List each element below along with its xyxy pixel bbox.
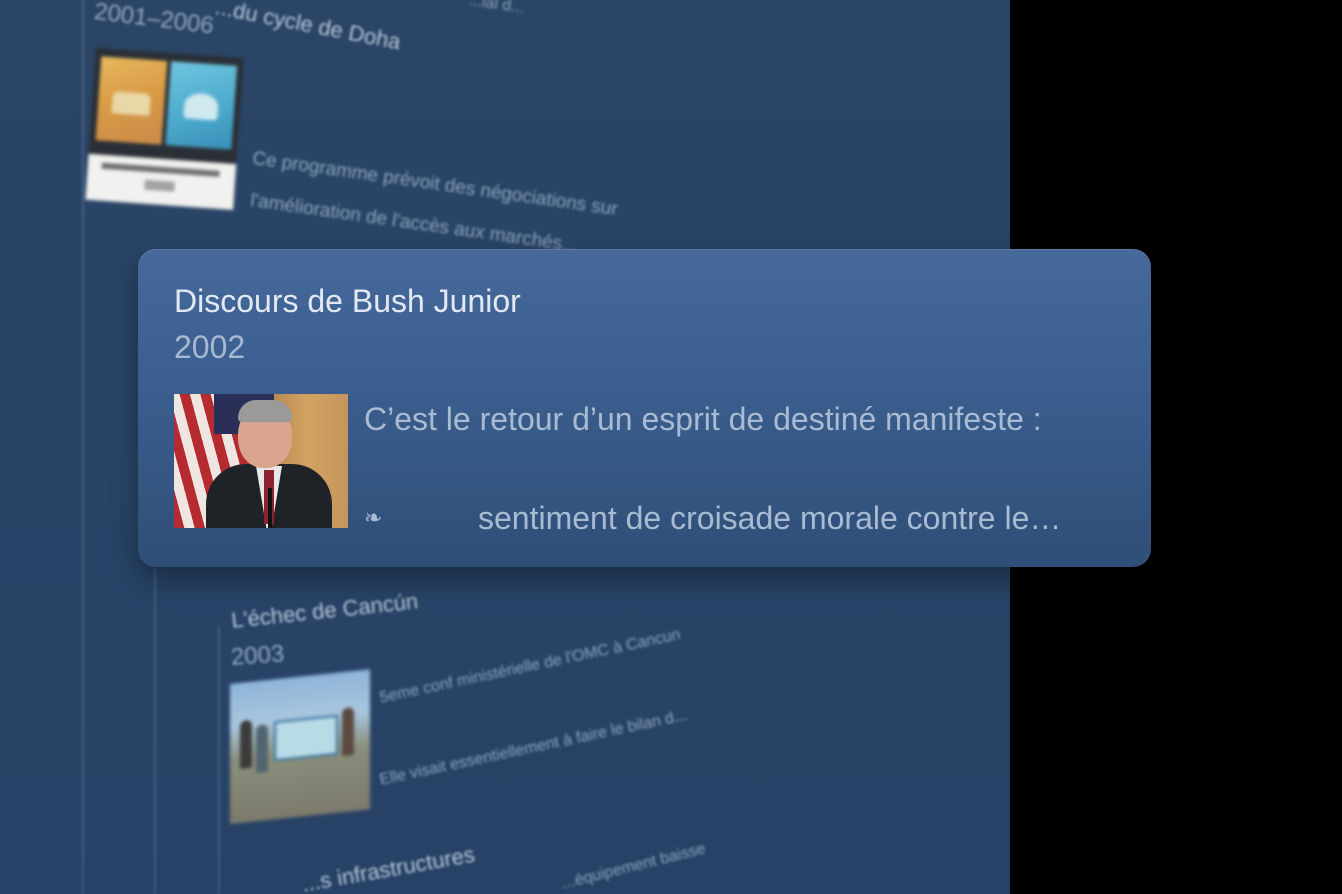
timeline-item-year: 2001–2006 (92, 0, 216, 40)
protest-sign (274, 714, 338, 762)
stamp-caption-strip (85, 153, 237, 210)
timeline-partial-text: ...ial d... (467, 0, 526, 17)
event-description-line: C’est le retour d’un esprit de destiné m… (364, 401, 1042, 437)
app-canvas: ...ial d... ...du cycle de Doha 2001–200… (0, 0, 1342, 894)
event-detail-card[interactable]: Discours de Bush Junior 2002 C’est le re… (138, 249, 1151, 567)
timeline-item-text: Elle visait essentiellement à faire le b… (378, 706, 689, 789)
cancun-protest-thumbnail[interactable] (230, 669, 370, 824)
timeline-sub-rail (218, 626, 220, 894)
event-title: Discours de Bush Junior (174, 283, 521, 319)
person-figure (240, 719, 252, 769)
stamp-image (165, 61, 238, 150)
timeline-item-title: ...s infrastructures (300, 841, 477, 894)
timeline-item-year: 2003 (230, 640, 286, 671)
doha-stamps-thumbnail[interactable] (85, 48, 245, 210)
timeline-item-text: ...équipement baisse (560, 840, 708, 893)
fleuron-icon: ❧ (364, 505, 383, 530)
event-year: 2002 (174, 329, 246, 365)
timeline-item-title: L'échec de Cancún (230, 588, 420, 633)
timeline-item-title: ...du cycle de Doha (213, 0, 403, 55)
speaker-hair (238, 400, 292, 422)
stamp-image (95, 56, 168, 145)
person-figure (342, 706, 354, 757)
microphone (268, 488, 272, 528)
timeline-rail (82, 0, 84, 894)
person-figure (256, 724, 268, 774)
speaker-photo[interactable] (174, 394, 348, 528)
timeline-branch-rail (154, 570, 156, 894)
timeline-item-text: 5eme conf ministérielle de l'OMC à Cancu… (378, 626, 683, 707)
event-description-line: sentiment de croisade morale contre le… (478, 500, 1062, 536)
